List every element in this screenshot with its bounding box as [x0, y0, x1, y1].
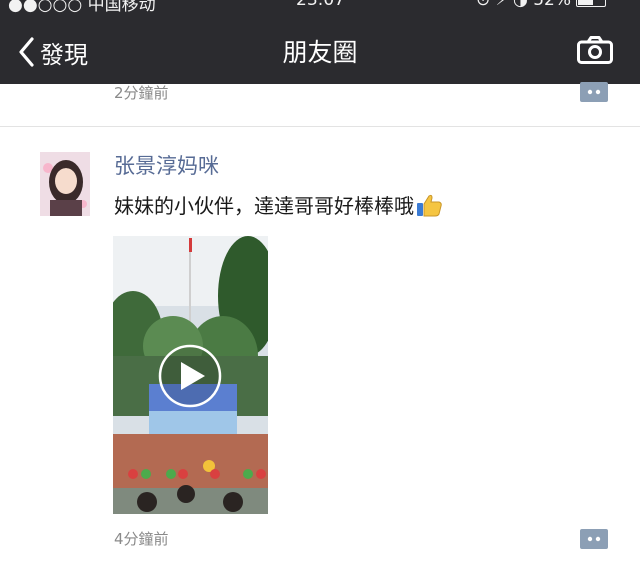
carrier-label: ●●○○○ 中国移动	[8, 0, 156, 15]
comment-icon	[580, 529, 608, 549]
video-thumbnail[interactable]	[113, 236, 268, 514]
previous-post-comment-button[interactable]	[580, 82, 608, 102]
avatar[interactable]	[40, 152, 90, 216]
thumbs-up-icon	[416, 193, 442, 222]
wifi-icon: ⊙ ⚡ ◑	[476, 0, 534, 10]
camera-button[interactable]	[577, 36, 613, 68]
post-comment-button[interactable]	[580, 529, 608, 549]
battery-icon	[576, 0, 607, 7]
battery-percent: 52%	[533, 0, 572, 10]
top-bar: ●●○○○ 中国移动 23:07 ⊙ ⚡ ◑ 52% 發現 朋友圈	[0, 0, 640, 84]
post-username[interactable]: 张景淳妈咪	[114, 150, 219, 180]
previous-post-timestamp: 2分鐘前	[114, 84, 169, 102]
comment-icon	[580, 82, 608, 102]
video-frame	[113, 236, 268, 514]
post-text-body: 妹妹的小伙伴，達達哥哥好棒棒哦	[114, 194, 414, 218]
post-timestamp: 4分鐘前	[114, 530, 169, 548]
page-title: 朋友圈	[282, 38, 358, 67]
post-divider	[0, 126, 640, 127]
status-bar: ●●○○○ 中国移动 23:07 ⊙ ⚡ ◑ 52%	[0, 0, 640, 15]
camera-icon	[577, 36, 613, 64]
status-right: ⊙ ⚡ ◑ 52%	[476, 0, 607, 10]
clock: 23:07	[296, 0, 345, 10]
avatar-image	[40, 152, 90, 216]
post-text: 妹妹的小伙伴，達達哥哥好棒棒哦	[114, 190, 442, 222]
